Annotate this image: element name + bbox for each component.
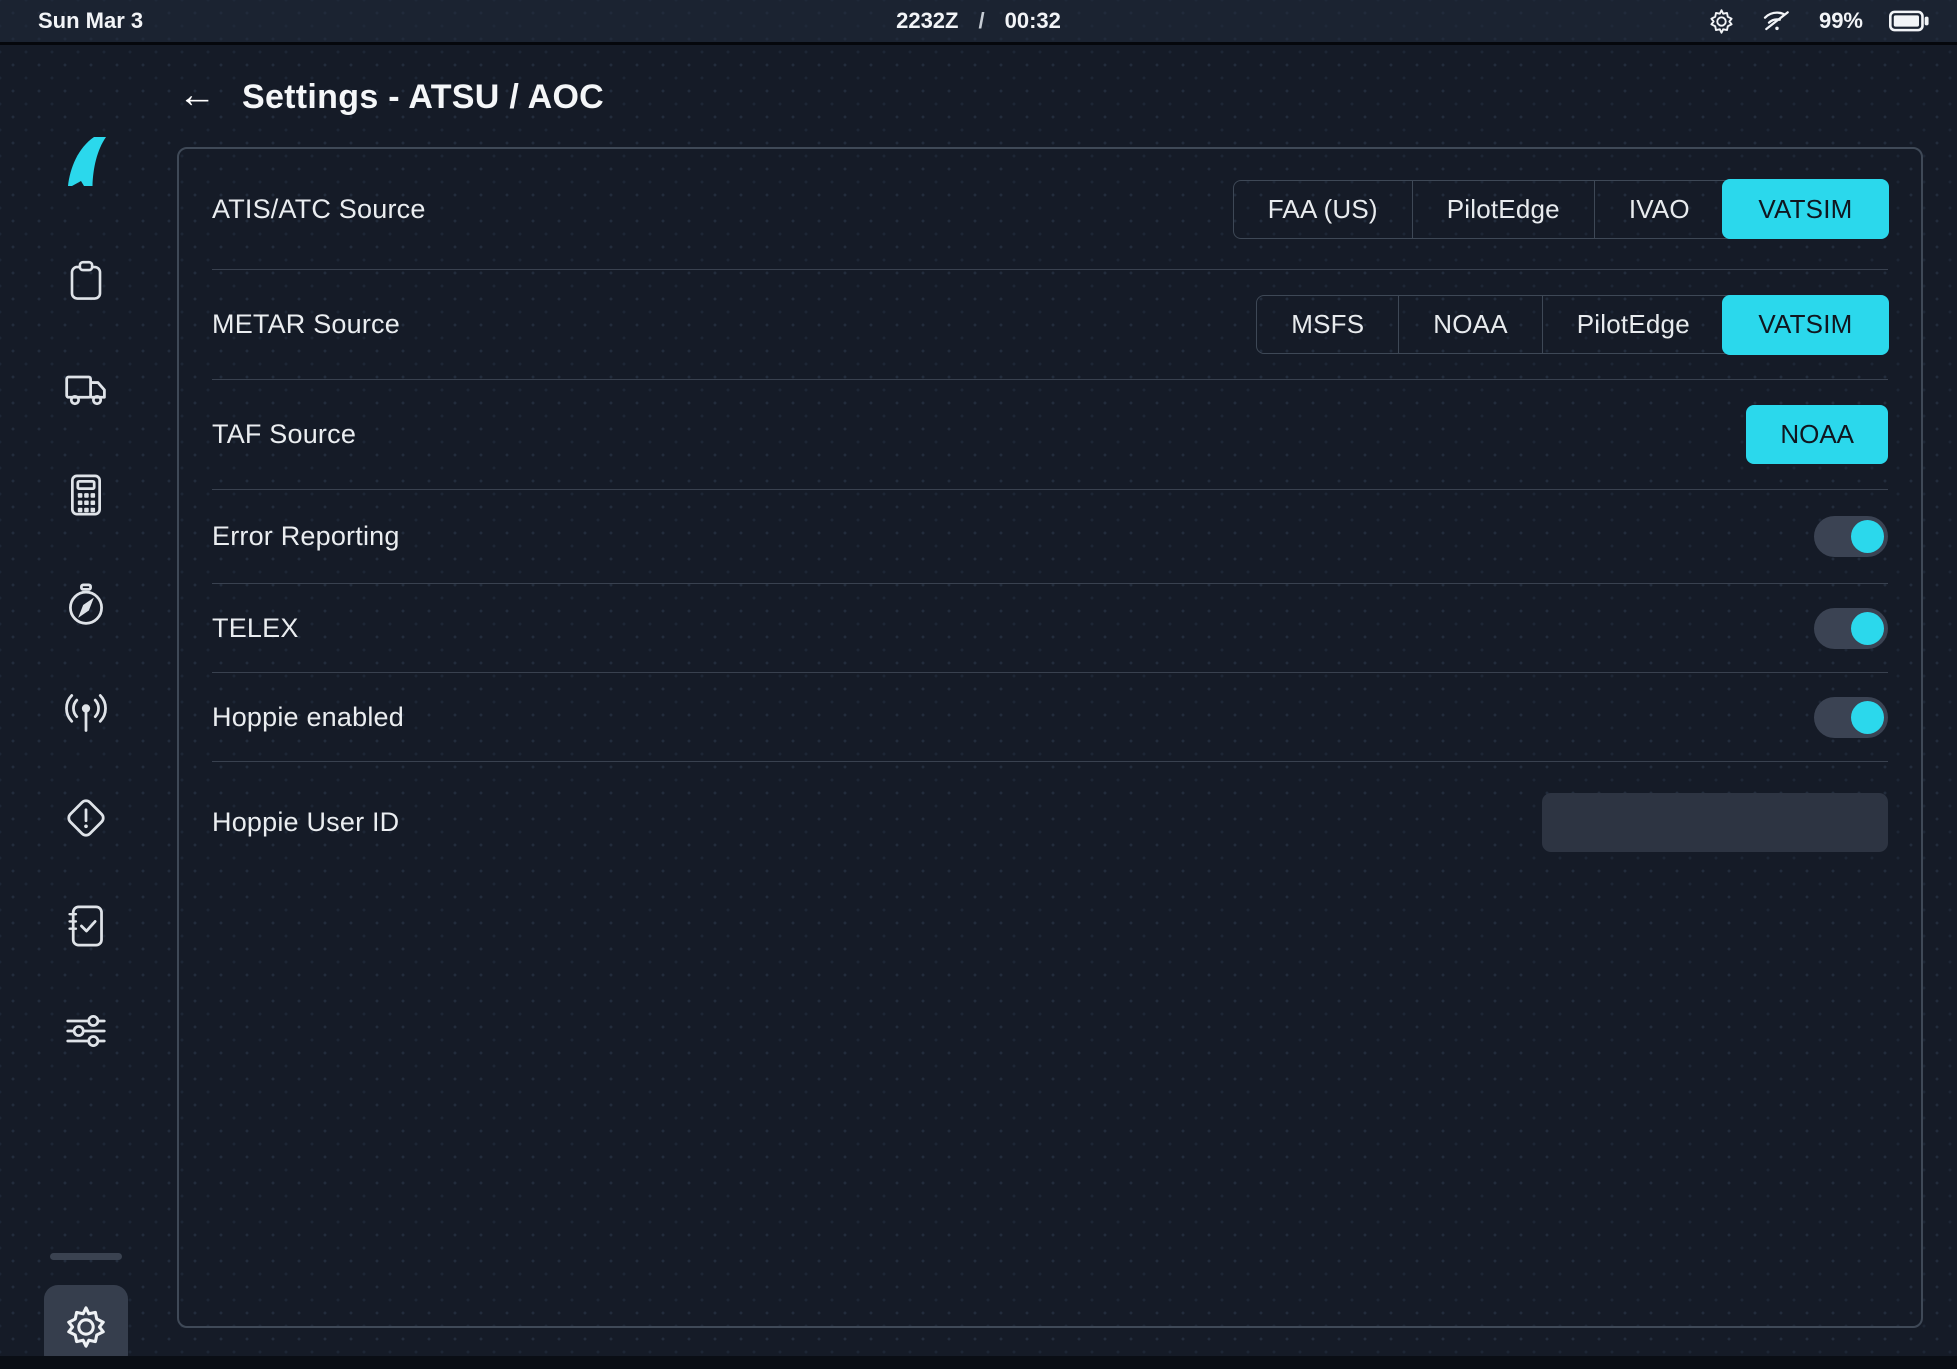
battery-percent: 99% [1819,8,1863,34]
calculator-icon [66,472,106,518]
hoppie-user-id-input[interactable] [1542,793,1888,852]
back-arrow-button[interactable]: ← [178,76,216,114]
setting-row-taf-source: TAF Source NOAA [212,380,1888,490]
setting-label: TAF Source [212,419,356,450]
wifi-off-icon[interactable] [1761,6,1793,36]
sidebar-divider [50,1253,122,1260]
sidebar-item-dispatch[interactable] [63,366,109,412]
atis-option-ivao[interactable]: IVAO [1594,181,1724,238]
page-title: Settings - ATSU / AOC [242,78,604,117]
setting-row-error-reporting: Error Reporting [212,490,1888,584]
time-separator: / [978,8,984,34]
setting-row-atis-source: ATIS/ATC Source FAA (US) PilotEdge IVAO … [212,149,1888,270]
efb-screen: Sun Mar 3 2232Z / 00:32 99% [0,0,1957,1369]
setting-row-hoppie-user-id: Hoppie User ID [212,762,1888,883]
main-content: ← Settings - ATSU / AOC ATIS/ATC Source … [172,48,1957,1369]
sidebar-item-atc[interactable] [63,690,109,736]
telex-toggle[interactable] [1814,608,1888,649]
metar-option-noaa[interactable]: NOAA [1398,296,1541,353]
gear-icon[interactable] [1708,8,1735,35]
toggle-knob [1851,612,1884,645]
sidebar-item-presets[interactable] [63,1008,109,1054]
page-header: ← Settings - ATSU / AOC [172,48,1957,146]
metar-source-button-group: MSFS NOAA PilotEdge VATSIM [1256,295,1888,354]
status-clock: 2232Z / 00:32 [0,0,1957,42]
setting-label: Hoppie User ID [212,807,399,838]
atis-option-pilotedge[interactable]: PilotEdge [1412,181,1594,238]
atis-source-button-group: FAA (US) PilotEdge IVAO VATSIM [1233,180,1888,239]
error-reporting-toggle[interactable] [1814,516,1888,557]
sidebar-item-performance[interactable] [63,472,109,518]
taf-option-noaa[interactable]: NOAA [1746,405,1888,464]
metar-option-msfs[interactable]: MSFS [1257,296,1398,353]
setting-row-hoppie-enabled: Hoppie enabled [212,673,1888,762]
battery-icon [1889,10,1929,32]
setting-label: Error Reporting [212,521,400,552]
status-bar: Sun Mar 3 2232Z / 00:32 99% [0,0,1957,45]
setting-label: METAR Source [212,309,400,340]
metar-option-pilotedge[interactable]: PilotEdge [1542,296,1724,353]
sidebar [0,48,172,1369]
setting-label: ATIS/ATC Source [212,194,426,225]
toggle-knob [1851,520,1884,553]
bottom-edge-strip [0,1356,1957,1369]
atis-option-vatsim[interactable]: VATSIM [1722,179,1888,239]
sliders-icon [63,1010,109,1052]
settings-panel: ATIS/ATC Source FAA (US) PilotEdge IVAO … [177,147,1923,1328]
checklist-journal-icon [65,903,107,949]
metar-option-vatsim[interactable]: VATSIM [1722,295,1888,355]
warning-diamond-icon [63,795,109,841]
local-time: 00:32 [1005,8,1061,34]
sidebar-item-failures[interactable] [63,795,109,841]
sidebar-item-checklists[interactable] [63,903,109,949]
atis-option-faa-us[interactable]: FAA (US) [1234,181,1412,238]
toggle-knob [1851,701,1884,734]
compass-icon [64,582,108,628]
settings-gear-icon [63,1304,109,1350]
hoppie-enabled-toggle[interactable] [1814,697,1888,738]
sidebar-item-navigation[interactable] [63,582,109,628]
utc-time: 2232Z [896,8,958,34]
setting-row-metar-source: METAR Source MSFS NOAA PilotEdge VATSIM [212,270,1888,380]
truck-icon [63,369,109,409]
broadcast-antenna-icon [63,691,109,735]
clipboard-icon [65,259,107,303]
setting-label: TELEX [212,613,299,644]
status-date: Sun Mar 3 [38,8,143,34]
setting-row-telex: TELEX [212,584,1888,673]
setting-label: Hoppie enabled [212,702,404,733]
sidebar-item-dashboard[interactable] [63,258,109,304]
flybywire-logo-icon[interactable] [60,134,112,190]
